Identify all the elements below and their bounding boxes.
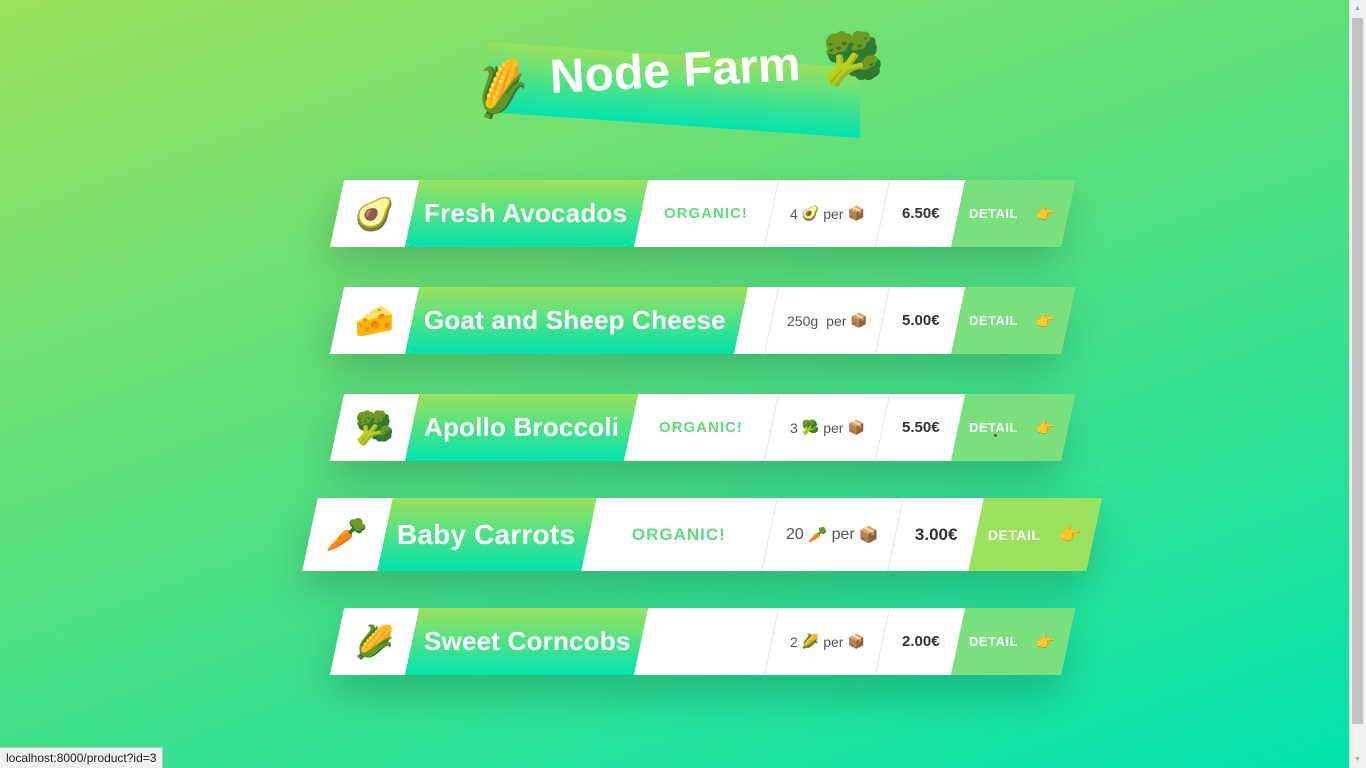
product-card[interactable]: 🥑 Fresh Avocados ORGANIC! 4 🥑 per 📦 6.50… xyxy=(329,180,1076,247)
product-name[interactable]: Goat and Sheep Cheese xyxy=(424,305,726,336)
box-icon: 📦 xyxy=(847,633,865,649)
quantity-content: 4 🥑 per 📦 xyxy=(790,205,865,222)
quantity-emoji-icon: 🥑 xyxy=(801,205,819,221)
product-price-block: 2.00€ xyxy=(876,608,965,675)
quantity-number: 3 xyxy=(789,419,798,436)
organic-label-block: ORGANIC! xyxy=(581,498,777,571)
quantity-number: 4 xyxy=(789,205,798,222)
product-icon: 🧀 xyxy=(354,302,395,339)
product-name[interactable]: Baby Carrots xyxy=(397,519,575,551)
box-icon: 📦 xyxy=(858,526,879,544)
pointing-hand-icon: 👉 xyxy=(1058,524,1082,544)
detail-button[interactable]: DETAIL 👉 xyxy=(950,287,1076,354)
quantity-per: per xyxy=(822,205,844,222)
product-card[interactable]: 🧀 Goat and Sheep Cheese 250g per 📦 5.00€… xyxy=(329,287,1076,354)
box-icon: 📦 xyxy=(847,205,865,221)
product-name[interactable]: Fresh Avocados xyxy=(424,198,627,229)
detail-label: DETAIL xyxy=(969,206,1019,221)
product-card[interactable]: 🥦 Apollo Broccoli ORGANIC! 3 🥦 per 📦 5.5… xyxy=(329,394,1076,461)
detail-button[interactable]: DETAIL 👉 xyxy=(968,498,1102,571)
quantity-number: 250g xyxy=(786,312,818,329)
quantity-content: 3 🥦 per 📦 xyxy=(790,419,865,436)
product-name-block[interactable]: Goat and Sheep Cheese xyxy=(404,287,749,354)
product-name[interactable]: Sweet Corncobs xyxy=(424,626,631,657)
detail-button[interactable]: DETAIL 👉 xyxy=(950,180,1076,247)
product-price-block: 6.50€ xyxy=(876,180,965,247)
organic-label-block: ORGANIC! xyxy=(634,180,778,247)
product-quantity: 250g per 📦 xyxy=(763,287,891,354)
product-icon: 🥕 xyxy=(326,515,369,554)
detail-label: DETAIL xyxy=(969,634,1019,649)
product-price: 3.00€ xyxy=(914,524,958,544)
organic-label-block: ORGANIC! xyxy=(624,394,778,461)
organic-label: ORGANIC! xyxy=(632,524,726,544)
quantity-content: 250g per 📦 xyxy=(787,312,868,329)
page-header: 🌽 Node Farm 🥦 xyxy=(465,30,890,140)
scrollbar-thumb[interactable] xyxy=(1352,18,1363,724)
quantity-content: 2 🌽 per 📦 xyxy=(790,633,865,650)
detail-button[interactable]: DETAIL 👉 xyxy=(950,608,1076,675)
product-name[interactable]: Apollo Broccoli xyxy=(424,412,619,443)
organic-label: ORGANIC! xyxy=(659,419,743,436)
product-price-block: 5.00€ xyxy=(876,287,965,354)
organic-label-block xyxy=(634,608,778,675)
detail-label: DETAIL xyxy=(969,313,1019,328)
product-icon: 🌽 xyxy=(354,623,395,660)
quantity-emoji-icon: 🌽 xyxy=(801,633,819,649)
product-price: 5.00€ xyxy=(901,312,940,329)
detail-button[interactable]: DETAIL 👉 xyxy=(950,394,1076,461)
product-price: 6.50€ xyxy=(901,205,940,222)
box-icon: 📦 xyxy=(847,419,865,435)
detail-label: DETAIL xyxy=(969,420,1019,435)
quantity-emoji-icon: 🥕 xyxy=(807,526,828,544)
product-name-block[interactable]: Baby Carrots xyxy=(377,498,597,571)
quantity-per: per xyxy=(825,312,846,329)
quantity-per: per xyxy=(822,419,844,436)
product-name-block[interactable]: Sweet Corncobs xyxy=(404,608,649,675)
product-card[interactable]: 🌽 Sweet Corncobs 2 🌽 per 📦 2.00€ DETAIL … xyxy=(329,608,1076,675)
product-emoji: 🥦 xyxy=(330,394,419,461)
product-name-block[interactable]: Apollo Broccoli xyxy=(404,394,639,461)
detail-label: DETAIL xyxy=(988,526,1041,543)
scroll-down-arrow-icon[interactable]: ▼ xyxy=(1349,751,1366,768)
broccoli-icon: 🥦 xyxy=(822,31,885,87)
pointing-hand-icon: 👉 xyxy=(1036,205,1057,223)
product-icon: 🥦 xyxy=(354,409,395,446)
scroll-up-arrow-icon[interactable]: ▲ xyxy=(1349,0,1366,17)
product-card[interactable]: 🥕 Baby Carrots ORGANIC! 20 🥕 per 📦 3.00€… xyxy=(302,498,1102,571)
quantity-number: 2 xyxy=(789,633,798,650)
pointing-hand-icon: 👉 xyxy=(1036,419,1057,437)
product-price: 5.50€ xyxy=(901,419,940,436)
pointing-hand-icon: 👉 xyxy=(1036,312,1057,330)
product-quantity: 3 🥦 per 📦 xyxy=(763,394,891,461)
product-emoji: 🥑 xyxy=(330,180,419,247)
quantity-per: per xyxy=(831,525,855,543)
product-quantity: 20 🥕 per 📦 xyxy=(761,498,904,571)
quantity-emoji-icon: 🥦 xyxy=(801,419,819,435)
quantity-per: per xyxy=(822,633,844,650)
organic-label: ORGANIC! xyxy=(664,205,748,222)
status-bar-url: localhost:8000/product?id=3 xyxy=(0,747,164,768)
quantity-number: 20 xyxy=(786,525,804,543)
product-emoji: 🧀 xyxy=(330,287,419,354)
vertical-scrollbar[interactable]: ▲ ▼ xyxy=(1349,0,1366,768)
product-price-block: 5.50€ xyxy=(876,394,965,461)
pointing-hand-icon: 👉 xyxy=(1036,633,1057,651)
product-emoji: 🌽 xyxy=(330,608,419,675)
product-quantity: 4 🥑 per 📦 xyxy=(763,180,891,247)
cursor-marker xyxy=(994,434,997,437)
quantity-content: 20 🥕 per 📦 xyxy=(786,525,879,545)
product-price: 2.00€ xyxy=(901,633,940,650)
product-icon: 🥑 xyxy=(354,195,395,232)
product-quantity: 2 🌽 per 📦 xyxy=(763,608,891,675)
product-name-block[interactable]: Fresh Avocados xyxy=(404,180,649,247)
box-icon: 📦 xyxy=(849,312,868,328)
